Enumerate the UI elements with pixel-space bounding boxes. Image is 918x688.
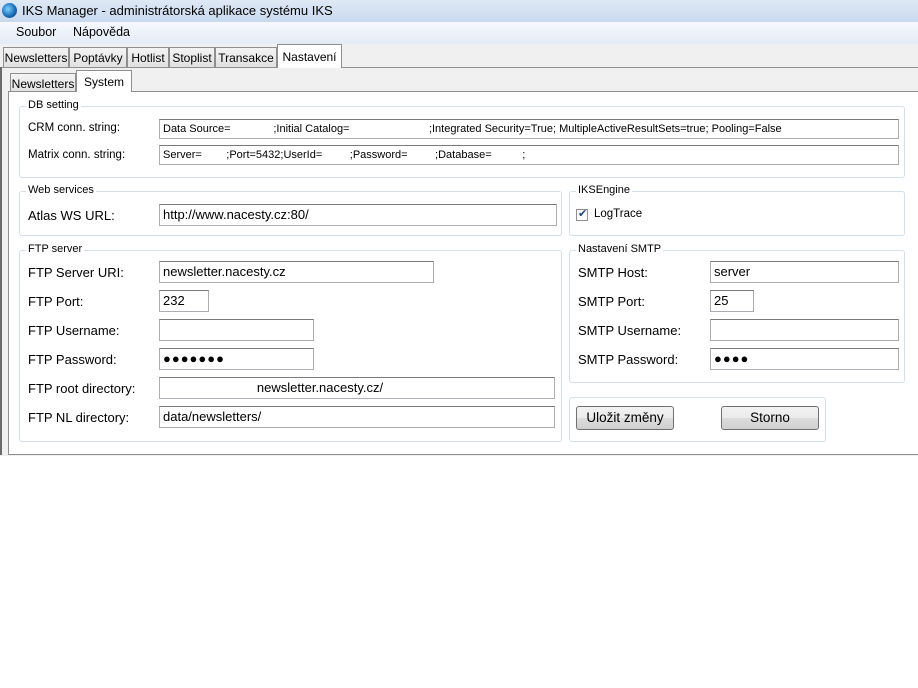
ftp-root-directory-input[interactable]: newsletter.nacesty.cz/	[159, 377, 555, 399]
smtp-username-input[interactable]	[710, 319, 899, 341]
ftp-port-label: FTP Port:	[28, 294, 84, 309]
atlas-ws-url-label: Atlas WS URL:	[28, 208, 115, 223]
smtp-port-input[interactable]: 25	[710, 290, 754, 312]
menu-bar: Soubor Nápověda	[0, 22, 918, 44]
matrix-conn-label: Matrix conn. string:	[28, 149, 126, 161]
ftp-server-group: FTP server FTP Server URI: newsletter.na…	[19, 243, 562, 442]
window-title: IKS Manager - administrátorská aplikace …	[22, 3, 333, 18]
actions-group: Uložit změny Storno	[569, 397, 826, 442]
check-icon: ✔	[578, 208, 588, 220]
panel-left-edge	[0, 67, 2, 455]
smtp-host-label: SMTP Host:	[578, 265, 648, 280]
cancel-button[interactable]: Storno	[721, 406, 819, 430]
smtp-port-label: SMTP Port:	[578, 294, 645, 309]
system-panel: DB setting CRM conn. string: Data Source…	[8, 91, 918, 455]
ftp-server-legend: FTP server	[26, 243, 85, 255]
tab-newsletters[interactable]: Newsletters	[3, 47, 69, 67]
menu-napoveda[interactable]: Nápověda	[73, 25, 130, 39]
main-tab-strip: Newsletters Poptávky Hotlist Stoplist Tr…	[0, 44, 918, 68]
matrix-conn-input[interactable]: Server= ;Port=5432;UserId= ;Password= ;D…	[159, 145, 899, 165]
web-services-legend: Web services	[26, 184, 96, 196]
crm-conn-label: CRM conn. string:	[28, 122, 121, 134]
tab-poptavky[interactable]: Poptávky	[69, 47, 127, 67]
iksengine-legend: IKSEngine	[576, 184, 632, 196]
db-setting-group: DB setting CRM conn. string: Data Source…	[19, 99, 905, 178]
smtp-host-input[interactable]: server	[710, 261, 899, 283]
menu-soubor[interactable]: Soubor	[16, 25, 56, 39]
ftp-password-input[interactable]: ●●●●●●●	[159, 348, 314, 370]
save-button[interactable]: Uložit změny	[576, 406, 674, 430]
db-setting-legend: DB setting	[26, 99, 81, 111]
smtp-legend: Nastavení SMTP	[576, 243, 664, 255]
smtp-username-label: SMTP Username:	[578, 323, 682, 338]
crm-conn-input[interactable]: Data Source= ;Initial Catalog= ;Integrat…	[159, 119, 899, 139]
ftp-nl-directory-input[interactable]: data/newsletters/	[159, 406, 555, 428]
tab-hotlist[interactable]: Hotlist	[127, 47, 169, 67]
iksengine-group: IKSEngine ✔ LogTrace	[569, 184, 905, 236]
ftp-nl-directory-label: FTP NL directory:	[28, 410, 130, 425]
ftp-username-label: FTP Username:	[28, 323, 120, 338]
logtrace-label[interactable]: LogTrace	[594, 208, 642, 220]
logtrace-checkbox[interactable]: ✔	[576, 208, 588, 221]
ftp-port-input[interactable]: 232	[159, 290, 209, 312]
title-bar: IKS Manager - administrátorská aplikace …	[0, 0, 918, 23]
smtp-password-input[interactable]: ●●●●	[710, 348, 899, 370]
subtab-system[interactable]: System	[76, 70, 132, 92]
atlas-ws-url-input[interactable]: http://www.nacesty.cz:80/	[159, 204, 557, 226]
ftp-password-label: FTP Password:	[28, 352, 117, 367]
tab-stoplist[interactable]: Stoplist	[169, 47, 215, 67]
tab-transakce[interactable]: Transakce	[215, 47, 277, 67]
ftp-root-directory-label: FTP root directory:	[28, 381, 136, 396]
tab-nastaveni[interactable]: Nastavení	[277, 44, 342, 68]
web-services-group: Web services Atlas WS URL: http://www.na…	[19, 184, 562, 236]
smtp-group: Nastavení SMTP SMTP Host: server SMTP Po…	[569, 243, 905, 383]
ftp-username-input[interactable]	[159, 319, 314, 341]
subtab-newsletters[interactable]: Newsletters	[10, 73, 76, 93]
app-icon	[2, 3, 17, 18]
ftp-server-uri-input[interactable]: newsletter.nacesty.cz	[159, 261, 434, 283]
ftp-server-uri-label: FTP Server URI:	[28, 265, 124, 280]
smtp-password-label: SMTP Password:	[578, 352, 679, 367]
